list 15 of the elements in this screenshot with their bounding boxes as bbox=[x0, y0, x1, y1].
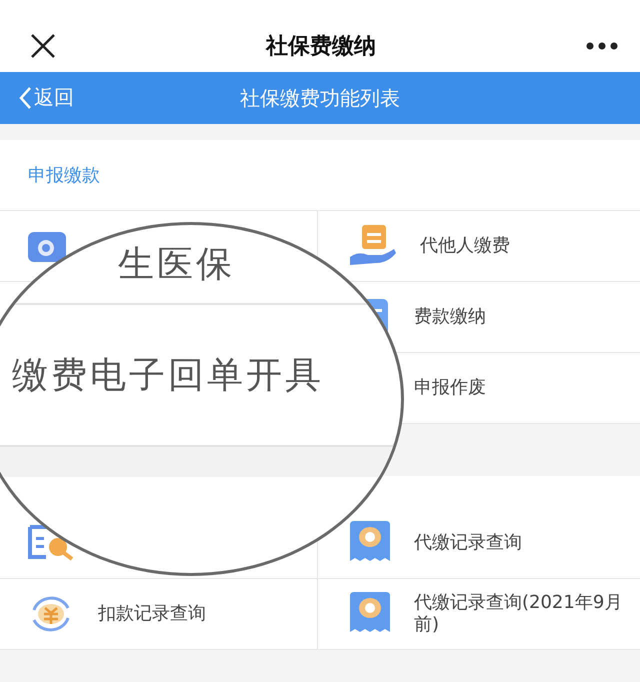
menu-item[interactable]: 代缴记录查询 bbox=[414, 532, 522, 554]
menu-item[interactable]: 费款缴纳 bbox=[414, 306, 486, 328]
menu-item[interactable]: 代他人缴费 bbox=[420, 235, 510, 257]
window-title: 社保费缴纳 bbox=[266, 33, 376, 61]
menu-item[interactable]: 扣款记录查询 bbox=[98, 603, 206, 625]
magnified-text: 生医保 bbox=[118, 243, 235, 287]
menu-item[interactable]: 申报作废 bbox=[414, 377, 486, 399]
more-icon[interactable] bbox=[586, 42, 618, 50]
close-icon[interactable] bbox=[30, 33, 56, 59]
back-icon bbox=[18, 86, 32, 110]
page-title: 社保缴费功能列表 bbox=[240, 84, 400, 112]
magnified-text: 缴费电子回单开具 bbox=[12, 354, 324, 398]
section-header: 申报缴款 bbox=[28, 164, 100, 187]
search-doc-icon bbox=[26, 523, 76, 563]
menu-item[interactable]: 代缴记录查询(2021年9月前) bbox=[414, 592, 634, 636]
